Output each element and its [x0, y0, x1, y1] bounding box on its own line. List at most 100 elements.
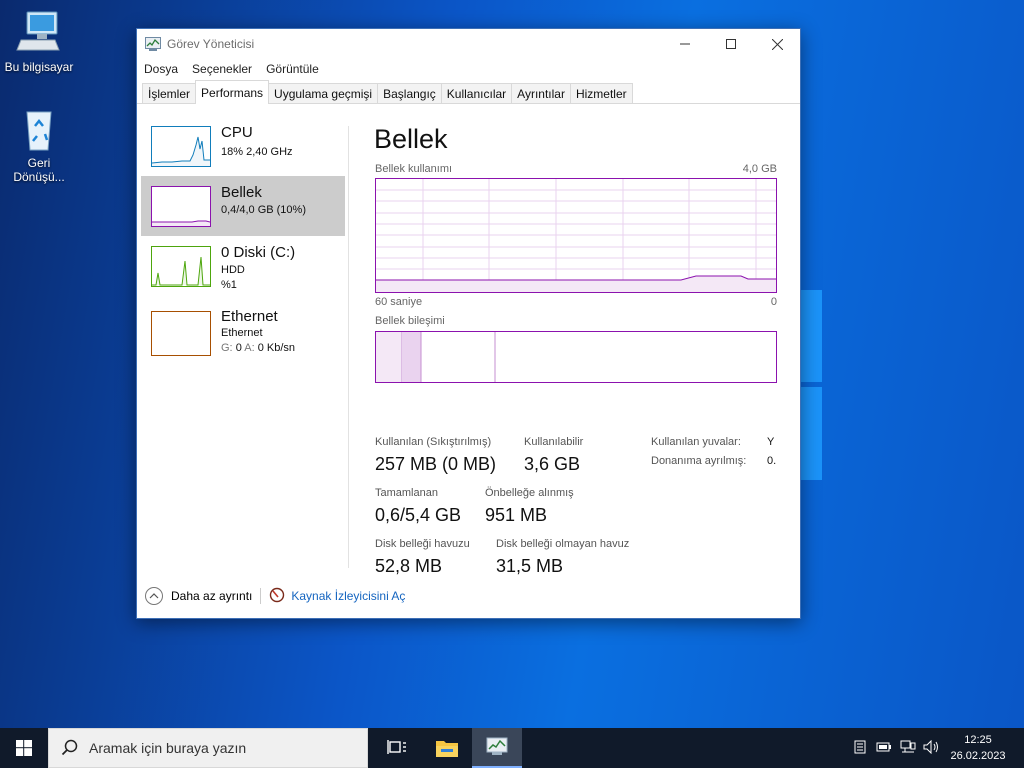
network-icon[interactable] [896, 740, 920, 757]
composition-label: Bellek bileşimi [375, 315, 445, 327]
menu-file[interactable]: Dosya [144, 62, 178, 76]
tab-startup[interactable]: Başlangıç [377, 83, 442, 103]
tab-bar: İşlemler Performans Uygulama geçmişi Baş… [137, 79, 800, 104]
receive-value: 0 Kb/sn [257, 342, 296, 354]
tab-services[interactable]: Hizmetler [569, 83, 633, 103]
start-button[interactable] [0, 728, 48, 768]
file-explorer-button[interactable] [422, 728, 472, 768]
chevron-up-icon[interactable] [145, 587, 163, 605]
task-manager-icon [145, 37, 161, 51]
menu-bar: Dosya Seçenekler Görüntüle [137, 59, 800, 79]
memory-mini-graph [151, 186, 211, 227]
computer-icon [15, 10, 63, 56]
tab-details[interactable]: Ayrıntılar [511, 83, 571, 103]
memory-composition-bar [375, 331, 777, 383]
taskbar-clock[interactable]: 12:25 26.02.2023 [944, 732, 1012, 764]
window-title: Görev Yöneticisi [167, 37, 255, 51]
task-view-icon [387, 740, 406, 754]
performance-panel: CPU 18% 2,40 GHz Bellek 0,4/4,0 GB (10%) [137, 104, 800, 576]
task-manager-icon [486, 737, 508, 755]
available-label: Kullanılabilir [524, 436, 584, 448]
nonpaged-pool-value: 31,5 MB [496, 556, 564, 576]
desktop-icon-recycle-bin[interactable]: Geri Dönüşü... [1, 106, 77, 184]
maximize-button[interactable] [708, 29, 754, 59]
in-use-value: 257 MB (0 MB) [375, 454, 497, 474]
memory-usage-graph [375, 178, 777, 293]
graph-axis-right: 0 [770, 296, 777, 308]
paged-pool-value: 52,8 MB [375, 556, 443, 576]
sidebar-item-title: CPU [221, 124, 253, 141]
hardware-reserved-label: Donanıma ayrılmış: [651, 455, 747, 467]
sidebar-item-detail: %1 [221, 279, 237, 291]
in-use-label: Kullanılan (Sıkıştırılmış) [375, 436, 492, 448]
hardware-reserved-value: 0. [767, 455, 777, 467]
desktop-icon-this-pc[interactable]: Bu bilgisayar [1, 10, 77, 74]
panel-heading: Bellek [374, 124, 448, 154]
committed-value: 0,6/5,4 GB [375, 505, 462, 525]
volume-icon[interactable] [920, 739, 944, 757]
sidebar-item-subtitle: HDD [221, 264, 245, 276]
available-value: 3,6 GB [524, 454, 581, 474]
graph-axis-left: 60 saniye [375, 296, 423, 308]
resource-monitor-icon[interactable] [269, 587, 285, 606]
cached-value: 951 MB [485, 505, 548, 525]
sidebar-item-detail: G: 0 A: 0 Kb/sn [221, 342, 295, 354]
sidebar-item-memory[interactable]: Bellek 0,4/4,0 GB (10%) [141, 176, 345, 236]
panel-divider[interactable] [348, 126, 349, 568]
fewer-details-link[interactable]: Daha az ayrıntı [171, 589, 252, 603]
taskbar-search-box[interactable]: Aramak için buraya yazın [48, 728, 368, 768]
memory-usage-area [376, 276, 776, 292]
disk-mini-graph [151, 246, 211, 287]
slots-used-value: Y [767, 436, 775, 448]
committed-label: Tamamlanan [375, 487, 438, 499]
receive-label: A: [244, 342, 255, 354]
desktop-icon-label: Bu bilgisayar [4, 60, 74, 74]
cached-label: Önbelleğe alınmış [485, 487, 574, 499]
tab-processes[interactable]: İşlemler [142, 83, 197, 103]
sidebar-item-disk[interactable]: 0 Diski (C:) HDD %1 [141, 236, 345, 296]
nonpaged-pool-label: Disk belleği olmayan havuz [496, 538, 630, 550]
battery-icon[interactable] [872, 741, 896, 756]
ethernet-mini-graph [151, 311, 211, 356]
memory-detail-panel: Bellek Bellek kullanımı 4,0 GB 60 saniye… [373, 104, 783, 576]
tab-app-history[interactable]: Uygulama geçmişi [268, 83, 379, 103]
show-desktop-button[interactable] [1012, 728, 1024, 768]
windows-logo-icon [16, 740, 32, 756]
open-resource-monitor-link[interactable]: Kaynak İzleyicisini Aç [291, 589, 405, 603]
desktop-icon-label: Geri Dönüşü... [13, 156, 65, 184]
sidebar-item-subtitle: 0,4/4,0 GB (10%) [221, 204, 306, 216]
taskbar: Aramak için buraya yazın 12:25 26.02.202… [0, 728, 1024, 768]
slots-used-label: Kullanılan yuvalar: [651, 436, 741, 448]
send-value: 0 [235, 342, 242, 354]
usage-graph-max: 4,0 GB [742, 163, 777, 175]
title-bar[interactable]: Görev Yöneticisi [137, 29, 800, 59]
send-label: G: [221, 342, 233, 354]
notepad-icon[interactable] [848, 740, 872, 757]
task-manager-taskbar-button[interactable] [472, 728, 522, 768]
footer-divider [260, 588, 262, 604]
menu-options[interactable]: Seçenekler [192, 62, 252, 76]
task-view-button[interactable] [372, 728, 422, 768]
composition-in-use [376, 332, 402, 382]
close-button[interactable] [754, 29, 800, 59]
composition-modified [402, 332, 421, 382]
clock-date: 26.02.2023 [950, 750, 1006, 762]
task-manager-window: Görev Yöneticisi Dosya Seçenekler Görünt… [136, 28, 801, 619]
folder-icon [436, 741, 458, 757]
sidebar-item-subtitle: 18% 2,40 GHz [221, 146, 293, 158]
sidebar-item-cpu[interactable]: CPU 18% 2,40 GHz [141, 116, 345, 176]
usage-graph-label: Bellek kullanımı [375, 163, 453, 175]
search-placeholder: Aramak için buraya yazın [89, 740, 247, 756]
cpu-mini-graph [151, 126, 211, 167]
sidebar-item-subtitle: Ethernet [221, 327, 263, 339]
menu-view[interactable]: Görüntüle [266, 62, 319, 76]
system-tray: 12:25 26.02.2023 [848, 728, 1024, 768]
window-footer: Daha az ayrıntı Kaynak İzleyicisini Aç [137, 581, 800, 611]
resource-sidebar: CPU 18% 2,40 GHz Bellek 0,4/4,0 GB (10%) [141, 104, 347, 569]
sidebar-item-title: Bellek [221, 184, 262, 201]
tab-performance[interactable]: Performans [195, 80, 270, 104]
minimize-button[interactable] [662, 29, 708, 59]
recycle-bin-icon [15, 106, 63, 152]
sidebar-item-ethernet[interactable]: Ethernet Ethernet G: 0 A: 0 Kb/sn [141, 302, 345, 362]
tab-users[interactable]: Kullanıcılar [440, 83, 513, 103]
